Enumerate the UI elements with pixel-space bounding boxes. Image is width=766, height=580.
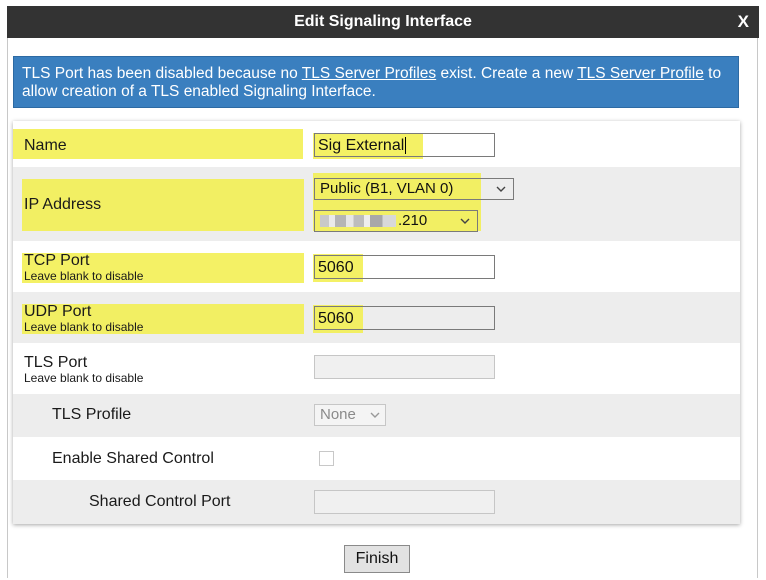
signaling-interface-form: Name Sig External IP Address Public (B1,…	[13, 121, 740, 524]
row-name: Name Sig External	[13, 121, 740, 167]
tls-server-profiles-link[interactable]: TLS Server Profiles	[302, 65, 436, 82]
tls-port-hint: Leave blank to disable	[24, 371, 144, 385]
tls-profile-label: TLS Profile	[52, 406, 132, 423]
tcp-port-hint: Leave blank to disable	[24, 269, 144, 283]
dialog-title: Edit Signaling Interface	[294, 13, 472, 30]
udp-port-input[interactable]: 5060	[314, 306, 495, 330]
enable-shared-control-checkbox[interactable]	[319, 451, 334, 466]
row-enable-shared-control: Enable Shared Control	[13, 437, 740, 480]
tcp-port-label: TCP Port	[24, 252, 90, 269]
info-text-2: exist. Create a new	[436, 65, 578, 82]
text-cursor	[405, 137, 407, 155]
enable-shared-control-label: Enable Shared Control	[52, 450, 214, 467]
row-tls-profile: TLS Profile None	[13, 394, 740, 437]
tls-profile-value: None	[320, 406, 356, 423]
ip-address-select[interactable]: .210	[314, 210, 478, 232]
dialog-titlebar: Edit Signaling Interface X	[7, 6, 759, 38]
name-input[interactable]: Sig External	[314, 133, 495, 157]
chevron-down-icon	[496, 186, 506, 192]
row-tcp-port: TCP Port Leave blank to disable 5060	[13, 241, 740, 292]
row-shared-control-port: Shared Control Port	[13, 480, 740, 524]
chevron-down-icon	[370, 412, 380, 418]
interface-select[interactable]: Public (B1, VLAN 0)	[314, 178, 514, 200]
close-icon[interactable]: X	[738, 12, 749, 32]
ip-address-label: IP Address	[24, 196, 102, 213]
tls-port-label: TLS Port	[24, 354, 88, 371]
row-udp-port: UDP Port Leave blank to disable 5060	[13, 292, 740, 343]
info-banner: TLS Port has been disabled because no TL…	[13, 56, 739, 108]
tcp-port-input[interactable]: 5060	[314, 255, 495, 279]
finish-button[interactable]: Finish	[344, 545, 410, 573]
udp-port-label: UDP Port	[24, 303, 92, 320]
shared-control-port-label: Shared Control Port	[89, 493, 231, 510]
chevron-down-icon	[460, 218, 470, 224]
interface-value: Public (B1, VLAN 0)	[320, 180, 454, 197]
redacted-address	[320, 215, 396, 228]
tls-port-input[interactable]	[314, 355, 495, 379]
row-ip-address: IP Address Public (B1, VLAN 0) .210	[13, 167, 740, 241]
name-value: Sig External	[318, 137, 405, 154]
ip-address-suffix: .210	[398, 212, 428, 229]
udp-port-hint: Leave blank to disable	[24, 320, 144, 334]
shared-control-port-input[interactable]	[314, 490, 495, 514]
row-tls-port: TLS Port Leave blank to disable	[13, 343, 740, 394]
tls-profile-select[interactable]: None	[314, 404, 386, 426]
name-label: Name	[24, 137, 67, 154]
tls-server-profile-link[interactable]: TLS Server Profile	[577, 65, 704, 82]
info-text-1: TLS Port has been disabled because no	[22, 65, 302, 82]
